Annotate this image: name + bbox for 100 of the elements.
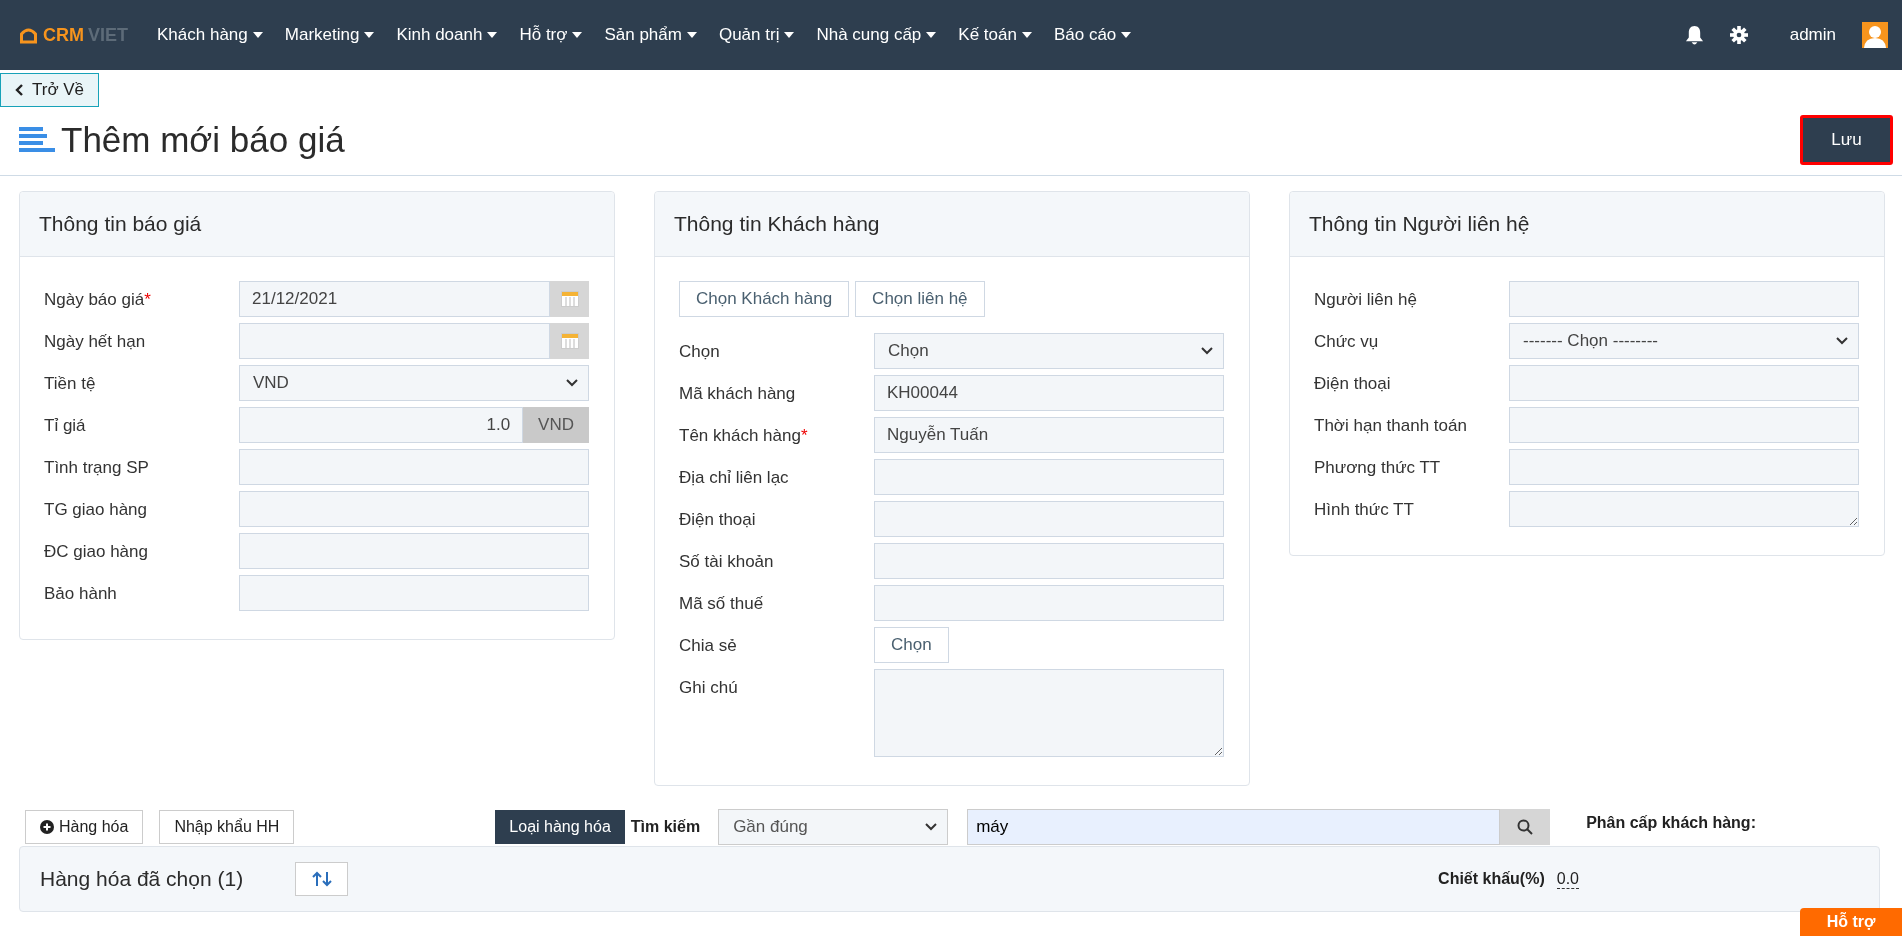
page-title: Thêm mới báo giá <box>61 120 345 160</box>
search-label: Tìm kiếm <box>630 818 701 836</box>
select-field[interactable]: VND <box>239 365 589 401</box>
menu-item[interactable]: Kinh doanh <box>385 25 509 45</box>
input-field[interactable] <box>1509 449 1859 485</box>
import-button[interactable]: Nhập khẩu HH <box>159 810 295 844</box>
user-name[interactable]: admin <box>1789 25 1836 45</box>
select-button[interactable]: Chọn liên hệ <box>855 281 985 317</box>
field-label: Ghi chú <box>679 678 738 697</box>
input-field[interactable] <box>1509 365 1859 401</box>
calendar-icon <box>560 333 579 349</box>
input-field[interactable] <box>874 459 1224 495</box>
input-field[interactable]: 1.0 <box>239 407 524 443</box>
sort-button[interactable] <box>295 862 349 896</box>
menu-item[interactable]: Hỗ trợ <box>508 25 594 45</box>
panel-title: Thông tin Khách hàng <box>655 192 1249 257</box>
chevron-down-icon <box>566 379 578 387</box>
input-field[interactable] <box>1509 407 1859 443</box>
menu-item[interactable]: Marketing <box>273 25 386 45</box>
customer-tier-label: Phân cấp khách hàng: <box>1586 814 1756 832</box>
chevron-left-icon <box>15 84 23 96</box>
input-field[interactable] <box>1509 281 1859 317</box>
menu-item[interactable]: Quản trị <box>707 25 806 45</box>
menu-item[interactable]: Sản phẩm <box>593 25 708 45</box>
textarea-field[interactable] <box>1509 491 1859 527</box>
avatar-icon[interactable] <box>1862 22 1888 48</box>
field-label: Mã số thuế <box>679 594 764 613</box>
save-button[interactable]: Lưu <box>1800 115 1893 165</box>
field-label: Số tài khoản <box>679 552 774 571</box>
chevron-down-icon <box>1201 347 1213 355</box>
chevron-down-icon <box>925 823 938 831</box>
panel-title: Thông tin Người liên hệ <box>1290 192 1884 257</box>
field-label: Phương thức TT <box>1314 458 1441 477</box>
field-label: Bảo hành <box>44 584 117 603</box>
field-label: Tỉ giá <box>44 416 86 435</box>
panel-title: Thông tin báo giá <box>20 192 614 257</box>
list-icon <box>19 125 55 155</box>
match-select[interactable]: Gần đúng <box>718 809 949 845</box>
textarea-field[interactable] <box>874 669 1224 757</box>
field-label: TG giao hàng <box>44 500 147 519</box>
input-field[interactable] <box>239 533 589 569</box>
menu-item[interactable]: Nhà cung cấp <box>805 25 948 45</box>
input-field[interactable] <box>874 585 1224 621</box>
field-label: Ngày hết hạn <box>44 332 146 351</box>
input-field[interactable] <box>874 543 1224 579</box>
caret-icon <box>784 32 795 38</box>
search-button[interactable] <box>1500 809 1551 845</box>
field-label: Ngày báo giá <box>44 290 145 309</box>
bell-icon[interactable] <box>1684 24 1704 46</box>
discount-value[interactable]: 0.0 <box>1556 869 1579 889</box>
field-label: Địa chỉ liên lạc <box>679 468 789 487</box>
select-button[interactable]: Chọn Khách hàng <box>679 281 850 317</box>
caret-icon <box>252 32 263 38</box>
menu-item[interactable]: Báo cáo <box>1042 25 1143 45</box>
date-field[interactable] <box>239 323 550 359</box>
search-icon <box>1517 819 1534 835</box>
plus-circle-icon <box>40 820 54 834</box>
caret-icon <box>1121 32 1132 38</box>
select-field[interactable]: Chọn <box>874 333 1224 369</box>
back-button[interactable]: Trở Về <box>0 73 100 107</box>
settings-icon[interactable] <box>1729 26 1748 44</box>
date-field[interactable]: 21/12/2021 <box>239 281 550 317</box>
category-button[interactable]: Loại hàng hóa <box>495 810 625 844</box>
field-label: Mã khách hàng <box>679 384 796 403</box>
caret-icon <box>572 32 583 38</box>
field-label: Người liên hệ <box>1314 290 1417 309</box>
caret-icon <box>926 32 937 38</box>
field-label: Tên khách hàng <box>679 426 801 445</box>
menu-item[interactable]: Khách hàng <box>146 25 274 45</box>
select-button[interactable]: Chọn <box>874 627 949 663</box>
calendar-button[interactable] <box>550 281 589 317</box>
field-label: Chọn <box>679 342 720 361</box>
logo-icon <box>18 26 39 44</box>
calendar-icon <box>560 291 579 307</box>
caret-icon <box>686 32 697 38</box>
chevron-down-icon <box>1836 337 1848 345</box>
field-label: Tiền tệ <box>44 374 96 393</box>
currency-addon: VND <box>523 407 589 443</box>
field-label: Chia sẻ <box>679 636 737 655</box>
add-product-button[interactable]: Hàng hóa <box>25 810 144 844</box>
required-mark: * <box>144 290 151 309</box>
select-field[interactable]: ------- Chọn -------- <box>1509 323 1859 359</box>
field-label: Chức vụ <box>1314 332 1379 351</box>
input-field[interactable] <box>239 575 589 611</box>
input-field[interactable]: Nguyễn Tuấn <box>874 417 1224 453</box>
field-label: ĐC giao hàng <box>44 542 148 561</box>
search-field[interactable]: máy <box>967 809 1501 845</box>
logo-text: CRM <box>43 24 84 46</box>
input-field[interactable] <box>239 449 589 485</box>
input-field[interactable]: KH00044 <box>874 375 1224 411</box>
input-field[interactable] <box>874 501 1224 537</box>
discount-label: Chiết khấu(%) <box>1438 870 1545 888</box>
menu-item[interactable]: Kế toán <box>947 25 1043 45</box>
caret-icon <box>364 32 375 38</box>
input-field[interactable] <box>239 491 589 527</box>
section-title: Hàng hóa đã chọn (1) <box>40 867 244 891</box>
field-label: Tình trạng SP <box>44 458 149 477</box>
field-label: Điện thoại <box>679 510 756 529</box>
calendar-button[interactable] <box>550 323 589 359</box>
required-mark: * <box>800 426 808 445</box>
